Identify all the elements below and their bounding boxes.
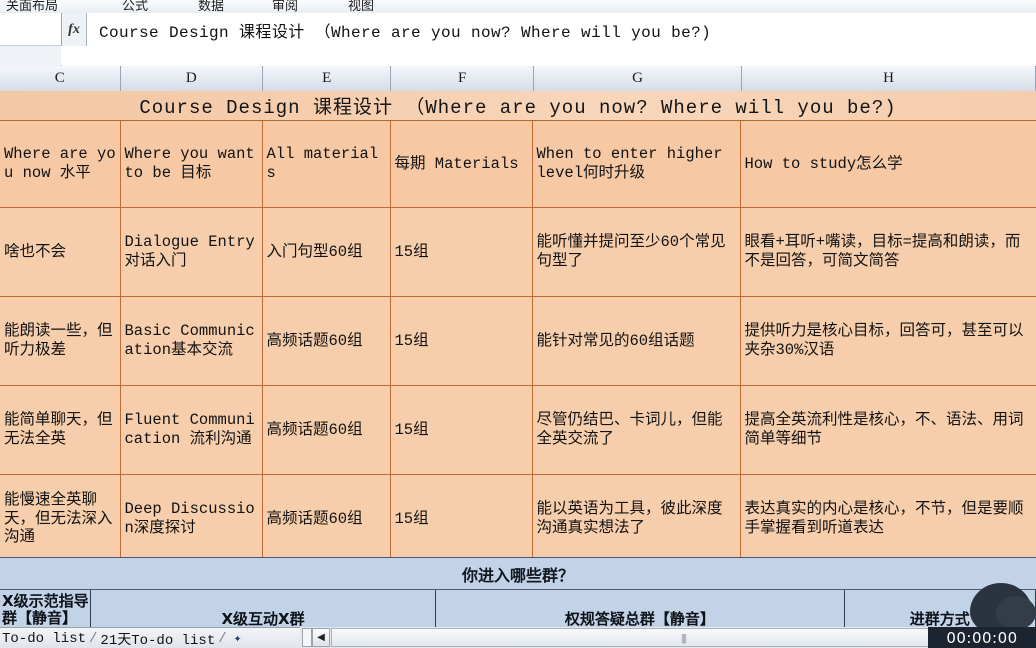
formula-bar-underlay <box>0 46 1036 67</box>
cell-level-1-all-materials[interactable]: 入门句型60组 <box>262 207 391 297</box>
scrollbar-grip: |||| <box>681 631 687 644</box>
cell-level-3-upgrade[interactable]: 尽管仍结巴、卡词儿，但能全英交流了 <box>532 385 741 475</box>
cell-level-1-current[interactable]: 啥也不会 <box>0 207 121 297</box>
table-row: 能简单聊天，但无法全英 Fluent Communication 流利沟通 高频… <box>0 385 1036 475</box>
sheet-title: Course Design 课程设计 （Where are you now? W… <box>139 97 897 119</box>
formula-bar-left-pad <box>0 46 62 66</box>
sheet-tab-todo-list[interactable]: To-do list <box>0 631 88 647</box>
new-sheet-icon[interactable]: ✦ <box>234 631 242 646</box>
menu-bar: 关面布局 公式 数据 审阅 视图 <box>0 0 1036 14</box>
sheet-tab-divider: / <box>89 630 98 647</box>
table-header-row: Where are you now 水平 Where you want to b… <box>0 121 1036 208</box>
formula-bar-expand-area[interactable] <box>61 46 1036 65</box>
cell-level-1-per-term[interactable]: 15组 <box>390 207 533 297</box>
cell-level-2-current[interactable]: 能朗读一些，但听力极差 <box>0 296 121 386</box>
menu-item-review[interactable]: 审阅 <box>272 0 298 13</box>
cell-level-4-how-to-study[interactable]: 表达真实的内心是核心，不节，但是要顺手掌握看到听道表达 <box>740 474 1036 557</box>
column-header-f[interactable]: F <box>391 66 534 91</box>
header-cell-where-you-want-to-be[interactable]: Where you want to be 目标 <box>120 121 263 208</box>
cell-level-2-all-materials[interactable]: 高频话题60组 <box>262 296 391 386</box>
column-header-g[interactable]: G <box>533 66 743 91</box>
cell-level-4-goal[interactable]: Deep Discussion深度探讨 <box>120 474 263 557</box>
table-row: 能慢速全英聊天，但无法深入沟通 Deep Discussion深度探讨 高频话题… <box>0 474 1036 557</box>
menu-item-page-layout[interactable]: 关面布局 <box>6 0 58 13</box>
spreadsheet-app-window: 关面布局 公式 数据 审阅 视图 fx Course Design 课程设计 （… <box>0 0 1036 648</box>
menu-item-view[interactable]: 视图 <box>348 0 374 13</box>
scroll-left-icon[interactable]: ◀ <box>312 628 330 647</box>
cell-level-1-how-to-study[interactable]: 眼看+耳听+嘴读，目标=提高和朗读，而不是回答，可简文简答 <box>740 207 1036 297</box>
group-cell-interaction[interactable]: X级互动X群 <box>91 590 437 627</box>
group-cell-demo-guidance[interactable]: X级示范指导群【静音】 <box>0 590 91 627</box>
webcam-overlay-secondary <box>996 596 1036 630</box>
cell-level-2-upgrade[interactable]: 能针对常见的60组话题 <box>532 296 741 386</box>
worksheet-grid: Course Design 课程设计 （Where are you now? W… <box>0 91 1036 557</box>
column-header-h[interactable]: H <box>742 66 1036 91</box>
cell-level-1-upgrade[interactable]: 能听懂并提问至少60个常见句型了 <box>532 207 741 297</box>
horizontal-scrollbar[interactable]: ◀ |||| <box>300 627 1036 648</box>
header-cell-per-term-materials[interactable]: 每期 Materials <box>390 121 533 208</box>
formula-input[interactable]: Course Design 课程设计 （Where are you now? W… <box>87 13 1036 46</box>
groups-section-title: 你进入哪些群？ <box>461 565 574 585</box>
column-header-d[interactable]: D <box>120 66 263 91</box>
column-header-row: C D E F G H <box>0 66 1036 92</box>
sheet-tab-21day-todo-list[interactable]: 21天To-do list <box>98 629 217 648</box>
name-box[interactable] <box>0 13 62 46</box>
cell-level-2-how-to-study[interactable]: 提供听力是核心目标，回答可，甚至可以夹杂30%汉语 <box>740 296 1036 386</box>
cell-level-4-per-term[interactable]: 15组 <box>390 474 533 557</box>
column-header-c[interactable]: C <box>0 66 121 91</box>
cell-level-3-current[interactable]: 能简单聊天，但无法全英 <box>0 385 121 475</box>
course-design-table: Where are you now 水平 Where you want to b… <box>0 121 1036 557</box>
menu-item-data[interactable]: 数据 <box>198 0 224 13</box>
groups-section-row: X级示范指导群【静音】 X级互动X群 权规答疑总群【静音】 进群方式 <box>0 590 1036 627</box>
cell-level-4-upgrade[interactable]: 能以英语为工具，彼此深度沟通真实想法了 <box>532 474 741 557</box>
formula-bar: fx Course Design 课程设计 （Where are you now… <box>0 13 1036 47</box>
header-cell-how-to-study[interactable]: How to study怎么学 <box>740 121 1036 208</box>
groups-section: 你进入哪些群？ X级示范指导群【静音】 X级互动X群 权规答疑总群【静音】 进群… <box>0 557 1036 627</box>
cell-level-1-goal[interactable]: Dialogue Entry对话入门 <box>120 207 263 297</box>
scrollbar-split-handle[interactable] <box>302 628 312 647</box>
sheet-tab-divider-2: / <box>218 630 227 647</box>
cell-level-3-how-to-study[interactable]: 提高全英流利性是核心，不、语法、用词简单等细节 <box>740 385 1036 475</box>
group-cell-qa-main[interactable]: 权规答疑总群【静音】 <box>436 590 845 627</box>
column-header-e[interactable]: E <box>262 66 392 91</box>
table-row: 啥也不会 Dialogue Entry对话入门 入门句型60组 15组 能听懂并… <box>0 207 1036 297</box>
groups-section-title-row[interactable]: 你进入哪些群？ <box>0 557 1036 590</box>
cell-level-3-goal[interactable]: Fluent Communication 流利沟通 <box>120 385 263 475</box>
sheet-tabs: To-do list / 21天To-do list / ✦ <box>0 628 300 648</box>
cell-level-4-all-materials[interactable]: 高频话题60组 <box>262 474 391 557</box>
cell-level-2-per-term[interactable]: 15组 <box>390 296 533 386</box>
cell-level-2-goal[interactable]: Basic Communication基本交流 <box>120 296 263 386</box>
sheet-title-row[interactable]: Course Design 课程设计 （Where are you now? W… <box>0 91 1036 121</box>
cell-level-3-per-term[interactable]: 15组 <box>390 385 533 475</box>
header-cell-all-materials[interactable]: All materials <box>262 121 391 208</box>
cell-level-4-current[interactable]: 能慢速全英聊天，但无法深入沟通 <box>0 474 121 557</box>
header-cell-where-are-you-now[interactable]: Where are you now 水平 <box>0 121 121 208</box>
table-row: 能朗读一些，但听力极差 Basic Communication基本交流 高频话题… <box>0 296 1036 386</box>
menu-item-formulas[interactable]: 公式 <box>122 0 148 13</box>
recording-timer: 00:00:00 <box>928 627 1036 648</box>
insert-function-icon[interactable]: fx <box>62 13 87 46</box>
cell-level-3-all-materials[interactable]: 高频话题60组 <box>262 385 391 475</box>
header-cell-when-to-enter-higher-level[interactable]: When to enter higher level何时升级 <box>532 121 741 208</box>
